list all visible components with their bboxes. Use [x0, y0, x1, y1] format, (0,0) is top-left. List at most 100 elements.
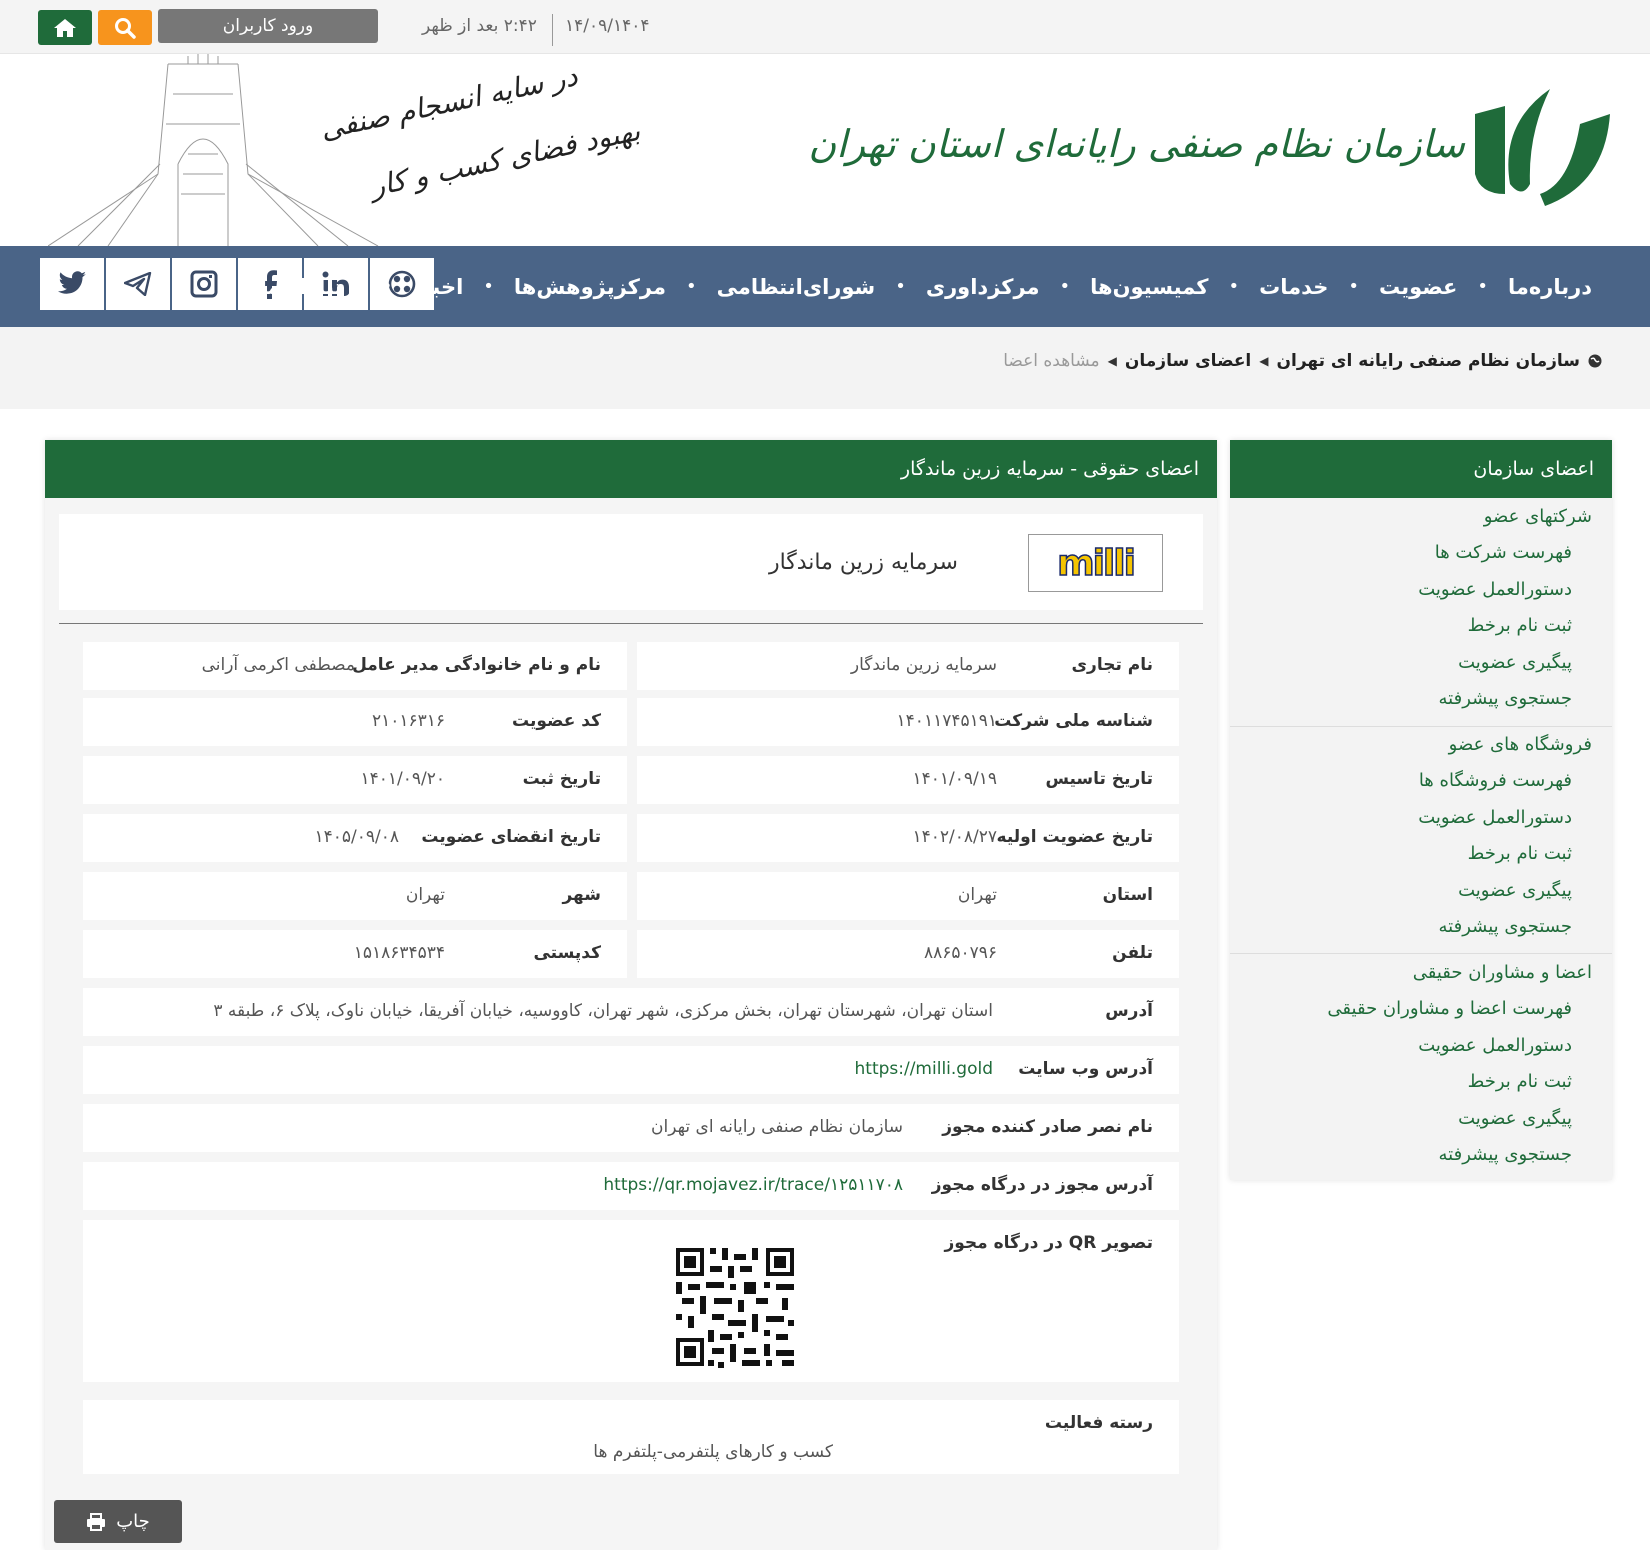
field-manager: نام و نام خانوادگی مدیر عامل مصطفی اکرمی…	[83, 642, 627, 690]
field-label: کد عضویت	[511, 711, 601, 731]
org-name[interactable]: سازمان نظام صنفی رایانه‌ای استان تهران	[808, 122, 1465, 166]
field-member-code: کد عضویت ۲۱۰۱۶۳۱۶	[83, 698, 627, 746]
sidebar-group-companies[interactable]: شرکتهای عضو	[1484, 506, 1592, 527]
top-bar: ورود کاربران ۲:۴۲ بعد از ظهر ۱۴/۰۹/۱۴۰۴	[0, 0, 1650, 54]
field-address: آدرس استان تهران، شهرستان تهران، بخش مرک…	[83, 988, 1179, 1036]
field-membership-expiry: تاریخ انقضای عضویت ۱۴۰۵/۰۹/۰۸	[83, 814, 627, 862]
search-button[interactable]	[98, 10, 152, 45]
license-link[interactable]: https://qr.mojavez.ir/trace/۱۲۵۱۱۷۰۸	[603, 1175, 903, 1195]
nav-separator: •	[685, 276, 697, 297]
breadcrumb: سازمان نظام صنفی رایانه ای تهران ◀ اعضای…	[1003, 351, 1602, 371]
caret-left-icon: ◀	[1107, 354, 1117, 368]
qr-code-icon	[660, 1232, 810, 1382]
field-phone: تلفن ۸۸۶۵۰۷۹۶	[637, 930, 1179, 978]
field-city: شهر تهران	[83, 872, 627, 920]
nav-about[interactable]: درباره‌ما	[1508, 275, 1592, 299]
nav-commissions[interactable]: کمیسیون‌ها	[1090, 275, 1208, 299]
field-value: تهران	[957, 885, 997, 905]
field-label: شناسه ملی شرکت	[994, 711, 1153, 731]
field-postal-code: کدپستی ۱۵۱۸۶۳۴۵۳۴	[83, 930, 627, 978]
field-value: تهران	[405, 885, 445, 905]
field-trade-name: نام تجاری سرمایه زرین ماندگار	[637, 642, 1179, 690]
sidebar-link-track[interactable]: پیگیری عضویت	[1458, 880, 1572, 901]
sidebar-divider	[1230, 726, 1612, 727]
nav-news[interactable]: اخبار	[412, 275, 463, 299]
nav-menu: درباره‌ما • عضویت • خدمات • کمیسیون‌ها •…	[260, 246, 1592, 327]
field-value: کسب و کارهای پلتفرمی-پلتفرم ها	[593, 1442, 833, 1462]
current-time: ۲:۴۲ بعد از ظهر	[422, 16, 537, 36]
field-registered: تاریخ ثبت ۱۴۰۱/۰۹/۲۰	[83, 756, 627, 804]
license-qr-code[interactable]	[660, 1232, 810, 1382]
field-value: ۱۴۰۲/۰۸/۲۷	[912, 827, 997, 847]
field-label: کدپستی	[533, 943, 601, 963]
field-label: تلفن	[1112, 943, 1153, 963]
org-logo-icon[interactable]	[1470, 84, 1610, 214]
sidebar-link-membership-guide[interactable]: دستورالعمل عضویت	[1418, 807, 1572, 828]
nav-separator: •	[895, 276, 906, 297]
field-website: آدرس وب سایت https://milli.gold	[83, 1046, 1179, 1094]
sidebar-group-individuals[interactable]: اعضا و مشاوران حقیقی	[1413, 962, 1592, 983]
field-label: آدرس وب سایت	[1018, 1059, 1153, 1079]
divider	[59, 623, 1203, 624]
breadcrumb-home[interactable]: سازمان نظام صنفی رایانه ای تهران	[1277, 351, 1581, 371]
sidebar: اعضای سازمان شرکتهای عضو فهرست شرکت ها د…	[1230, 440, 1612, 1180]
nav-research[interactable]: مرکزپژوهش‌ها	[514, 275, 666, 299]
field-founded: تاریخ تاسیس ۱۴۰۱/۰۹/۱۹	[637, 756, 1179, 804]
website-link[interactable]: https://milli.gold	[855, 1059, 994, 1079]
field-label: تاریخ انقضای عضویت	[421, 827, 601, 847]
sidebar-title: اعضای سازمان	[1230, 440, 1612, 498]
azadi-tower-icon	[48, 54, 379, 246]
telegram-link[interactable]	[106, 258, 170, 310]
sidebar-link-register[interactable]: ثبت نام برخط	[1468, 1071, 1572, 1092]
company-name: سرمایه زرین ماندگار	[768, 550, 958, 575]
sidebar-link-membership-guide[interactable]: دستورالعمل عضویت	[1418, 1035, 1572, 1056]
sidebar-group-stores[interactable]: فروشگاه های عضو	[1449, 734, 1592, 755]
site-header: در سایه انسجام صنفی بهبود فضای کسب و کار…	[0, 54, 1650, 246]
field-label: آدرس مجوز در درگاه مجوز	[931, 1175, 1153, 1195]
twitter-icon	[58, 271, 86, 294]
nav-membership[interactable]: عضویت	[1379, 275, 1457, 299]
nav-contact[interactable]: ارتباط‌باما	[260, 275, 362, 299]
field-value: ۱۴۰۵/۰۹/۰۸	[314, 827, 399, 847]
sidebar-link-advanced-search[interactable]: جستجوی پیشرفته	[1439, 688, 1572, 709]
instagram-icon	[190, 270, 218, 298]
field-label: شهر	[562, 885, 601, 905]
field-value: سرمایه زرین ماندگار	[850, 655, 997, 675]
breadcrumb-members[interactable]: اعضای سازمان	[1125, 351, 1251, 371]
login-button[interactable]: ورود کاربران	[158, 9, 378, 43]
sidebar-link-store-list[interactable]: فهرست فروشگاه ها	[1419, 770, 1572, 791]
sidebar-link-track[interactable]: پیگیری عضویت	[1458, 652, 1572, 673]
sidebar-link-individuals-list[interactable]: فهرست اعضا و مشاوران حقیقی	[1327, 998, 1572, 1019]
sidebar-link-track[interactable]: پیگیری عضویت	[1458, 1108, 1572, 1129]
sidebar-link-advanced-search[interactable]: جستجوی پیشرفته	[1439, 916, 1572, 937]
nav-separator: •	[1228, 276, 1240, 297]
telegram-icon	[124, 272, 152, 296]
sidebar-link-membership-guide[interactable]: دستورالعمل عضویت	[1418, 579, 1572, 600]
field-label: تاریخ تاسیس	[1045, 769, 1153, 789]
field-label: نام نصر صادر کننده مجوز	[942, 1117, 1153, 1137]
nav-disciplinary[interactable]: شورای‌انتظامی	[717, 275, 876, 299]
nav-separator: •	[1477, 276, 1488, 297]
field-value: ۸۸۶۵۰۷۹۶	[923, 943, 997, 963]
home-button[interactable]	[38, 10, 92, 45]
sidebar-link-company-list[interactable]: فهرست شرکت ها	[1435, 542, 1572, 563]
field-value: ۱۵۱۸۶۳۴۵۳۴	[353, 943, 445, 963]
sidebar-link-register[interactable]: ثبت نام برخط	[1468, 843, 1572, 864]
instagram-link[interactable]	[172, 258, 236, 310]
print-button[interactable]: چاپ	[54, 1500, 182, 1543]
sidebar-link-register[interactable]: ثبت نام برخط	[1468, 615, 1572, 636]
company-card: سرمایه زرین ماندگار milli	[59, 514, 1203, 610]
field-label: تصویر QR در درگاه مجوز	[944, 1233, 1153, 1253]
field-value: ۱۴۰۱/۰۹/۱۹	[912, 769, 997, 789]
field-initial-membership: تاریخ عضویت اولیه ۱۴۰۲/۰۸/۲۷	[637, 814, 1179, 862]
sidebar-link-advanced-search[interactable]: جستجوی پیشرفته	[1439, 1144, 1572, 1165]
slogan-banner: در سایه انسجام صنفی بهبود فضای کسب و کار	[48, 54, 643, 246]
search-icon	[115, 17, 136, 39]
field-label: نام و نام خانوادگی مدیر عامل	[352, 655, 601, 675]
current-date: ۱۴/۰۹/۱۴۰۴	[565, 16, 650, 36]
twitter-link[interactable]	[40, 258, 104, 310]
nav-arbitration[interactable]: مرکزداوری	[926, 275, 1040, 299]
nav-separator: •	[1059, 276, 1071, 297]
nav-services[interactable]: خدمات	[1259, 275, 1328, 299]
panel-title: اعضای حقوقی - سرمایه زرین ماندگار	[45, 440, 1217, 498]
